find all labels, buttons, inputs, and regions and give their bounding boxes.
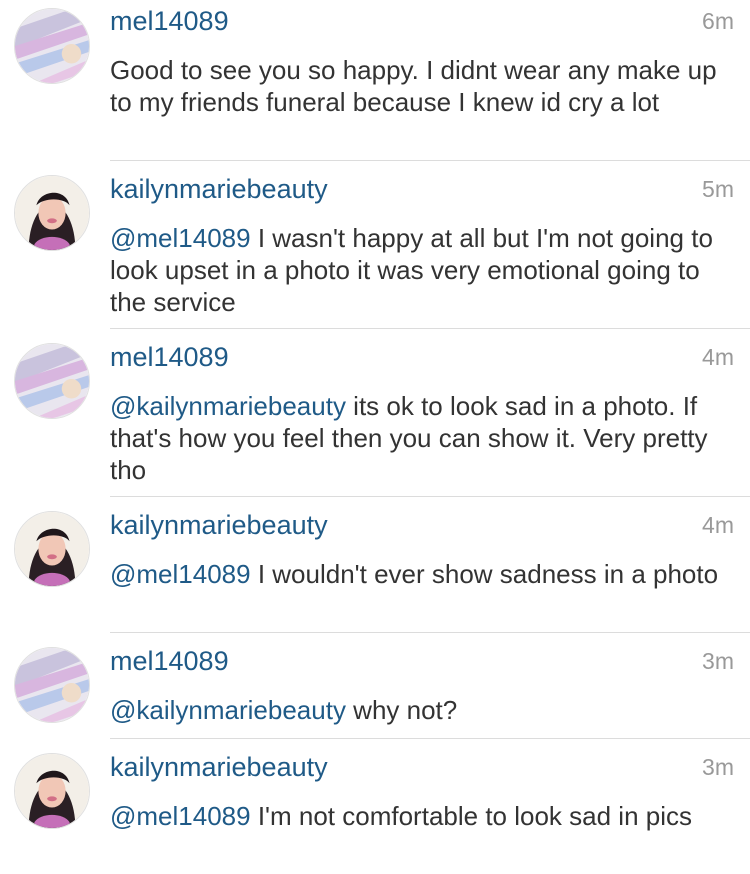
comment-mention[interactable]: @kailynmariebeauty [110, 695, 346, 725]
comment-username[interactable]: kailynmariebeauty [110, 750, 328, 784]
comment-mention[interactable]: @mel14089 [110, 559, 251, 589]
comment-username[interactable]: mel14089 [110, 4, 229, 38]
avatar-kailynmariebeauty[interactable] [14, 175, 90, 251]
comment-mention[interactable]: @kailynmariebeauty [110, 391, 346, 421]
comment-body: Good to see you so happy. I didnt wear a… [110, 55, 717, 117]
avatar-kailynmariebeauty[interactable] [14, 753, 90, 829]
comment-timestamp: 4m [702, 344, 734, 370]
divider [110, 328, 750, 329]
comment-timestamp: 6m [702, 8, 734, 34]
divider [110, 496, 750, 497]
comment-text: @kailynmariebeauty why not? [110, 694, 738, 726]
comment-timestamp: 3m [702, 648, 734, 674]
comment-username[interactable]: kailynmariebeauty [110, 508, 328, 542]
comment-username[interactable]: mel14089 [110, 644, 229, 678]
comment-text: @kailynmariebeauty its ok to look sad in… [110, 390, 738, 486]
avatar-mel14089[interactable] [14, 343, 90, 419]
comment-body: I wouldn't ever show sadness in a photo [250, 559, 719, 589]
comment-mention[interactable]: @mel14089 [110, 801, 251, 831]
comment-body: why not? [345, 695, 458, 725]
comment-body: I'm not comfortable to look sad in pics [250, 801, 692, 831]
comment-text: @mel14089 I wasn't happy at all but I'm … [110, 222, 738, 318]
avatar-kailynmariebeauty[interactable] [14, 511, 90, 587]
comment-username[interactable]: mel14089 [110, 340, 229, 374]
comment-timestamp: 3m [702, 754, 734, 780]
divider [110, 160, 750, 161]
comment-text: @mel14089 I wouldn't ever show sadness i… [110, 558, 738, 590]
comment-mention[interactable]: @mel14089 [110, 223, 251, 253]
comment-text: Good to see you so happy. I didnt wear a… [110, 54, 738, 118]
divider [110, 738, 750, 739]
comment-text: @mel14089 I'm not comfortable to look sa… [110, 800, 738, 832]
comment-username[interactable]: kailynmariebeauty [110, 172, 328, 206]
avatar-mel14089[interactable] [14, 647, 90, 723]
comment-timestamp: 5m [702, 176, 734, 202]
avatar-mel14089[interactable] [14, 8, 90, 84]
comment-timestamp: 4m [702, 512, 734, 538]
divider [110, 632, 750, 633]
